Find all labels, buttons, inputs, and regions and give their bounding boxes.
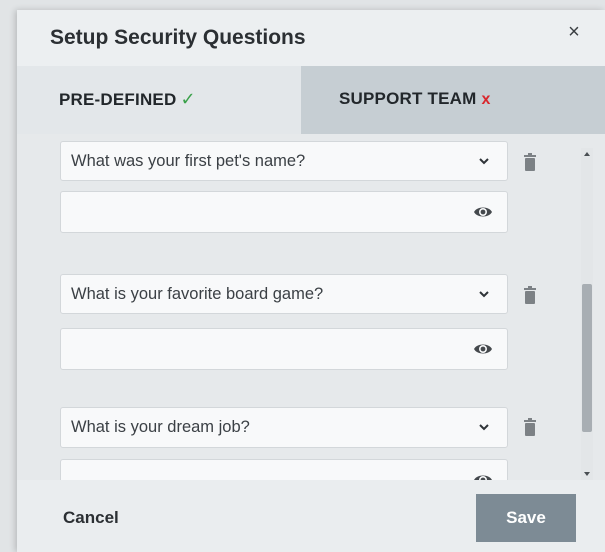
check-icon: ✓ [180, 89, 196, 109]
answer-input[interactable] [69, 200, 463, 226]
question-select[interactable]: What is your dream job? [60, 407, 508, 448]
question-group: What is your favorite board game? [60, 274, 510, 370]
answer-field[interactable] [60, 328, 508, 370]
security-questions-dialog: Setup Security Questions × PRE-DEFINED ✓ … [17, 10, 605, 552]
cancel-button[interactable]: Cancel [63, 508, 119, 528]
tab-bar: PRE-DEFINED ✓ SUPPORT TEAM x [17, 66, 605, 134]
answer-field[interactable] [60, 459, 508, 480]
chevron-down-icon [479, 158, 489, 165]
tab-support-team-label-row: SUPPORT TEAM x [339, 89, 491, 109]
dialog-header: Setup Security Questions × [17, 10, 605, 66]
question-select[interactable]: What was your first pet's name? [60, 141, 508, 181]
eye-icon[interactable] [473, 204, 493, 220]
question-select-value: What was your first pet's name? [71, 152, 306, 170]
tab-support-team-label: SUPPORT TEAM [339, 89, 477, 108]
dialog-footer: Cancel Save [17, 480, 605, 552]
tab-pre-defined-label-row: PRE-DEFINED ✓ [59, 89, 196, 110]
question-select-value: What is your favorite board game? [71, 285, 324, 303]
answer-field[interactable] [60, 191, 508, 233]
x-mark-icon: x [481, 91, 491, 108]
eye-icon[interactable] [473, 341, 493, 357]
question-group: What is your dream job? [60, 407, 510, 480]
trash-icon[interactable] [523, 418, 537, 436]
scroll-down-arrow-icon[interactable] [581, 468, 593, 480]
close-icon[interactable]: × [563, 21, 585, 43]
question-group: What was your first pet's name? [60, 141, 510, 235]
scrollbar-thumb[interactable] [582, 284, 592, 432]
tab-pre-defined-label: PRE-DEFINED [59, 90, 177, 109]
tab-pre-defined[interactable]: PRE-DEFINED ✓ [17, 66, 301, 134]
eye-icon[interactable] [473, 472, 493, 480]
questions-panel: What was your first pet's name? What is … [17, 134, 605, 480]
answer-input[interactable] [69, 337, 463, 363]
answer-input[interactable] [69, 468, 463, 480]
save-button[interactable]: Save [476, 494, 576, 542]
trash-icon[interactable] [523, 286, 537, 304]
chevron-down-icon [479, 291, 489, 298]
trash-icon[interactable] [523, 153, 537, 171]
tab-support-team[interactable]: SUPPORT TEAM x [301, 66, 605, 134]
question-select[interactable]: What is your favorite board game? [60, 274, 508, 314]
dialog-title: Setup Security Questions [50, 26, 306, 49]
scroll-up-arrow-icon[interactable] [581, 148, 593, 160]
chevron-down-icon [479, 424, 489, 431]
question-select-value: What is your dream job? [71, 418, 250, 436]
scrollbar[interactable] [581, 148, 593, 480]
